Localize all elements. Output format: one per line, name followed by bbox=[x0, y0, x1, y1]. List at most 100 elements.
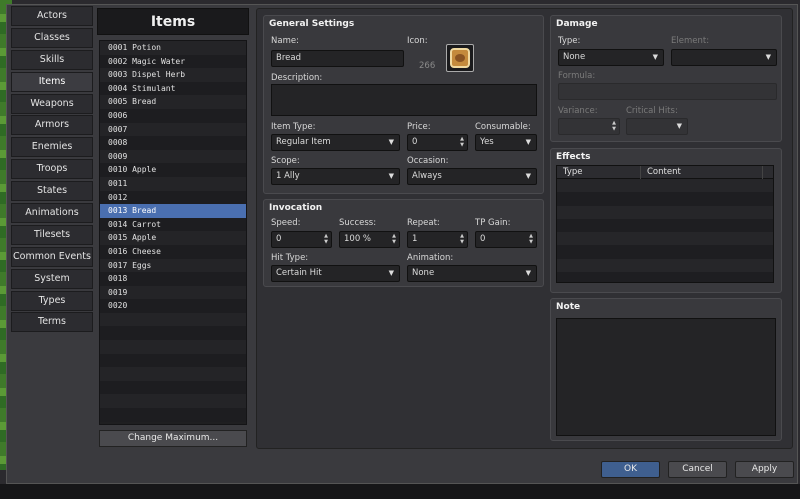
ok-button[interactable]: OK bbox=[601, 461, 660, 478]
tab-states[interactable]: States bbox=[11, 181, 93, 202]
tab-enemies[interactable]: Enemies bbox=[11, 137, 93, 158]
table-row[interactable] bbox=[557, 232, 773, 246]
scope-select[interactable]: 1 Ally ▼ bbox=[271, 168, 400, 185]
description-field[interactable] bbox=[271, 84, 537, 116]
description-label: Description: bbox=[271, 73, 323, 83]
dropdown-arrow-icon: ▼ bbox=[388, 138, 394, 146]
list-item[interactable] bbox=[100, 353, 246, 368]
list-item[interactable]: 0016 Cheese bbox=[100, 244, 246, 259]
table-row[interactable] bbox=[557, 245, 773, 259]
tab-skills[interactable]: Skills bbox=[11, 49, 93, 70]
damage-type-label: Type: bbox=[558, 36, 581, 46]
list-item[interactable]: 0014 Carrot bbox=[100, 217, 246, 232]
cancel-button[interactable]: Cancel bbox=[668, 461, 727, 478]
list-item[interactable]: 0015 Apple bbox=[100, 231, 246, 245]
table-row[interactable] bbox=[557, 218, 773, 233]
tab-troops[interactable]: Troops bbox=[11, 159, 93, 180]
tab-terms[interactable]: Terms bbox=[11, 312, 93, 333]
critical-hits-select[interactable]: ▼ bbox=[626, 118, 688, 135]
change-maximum-button[interactable]: Change Maximum... bbox=[99, 430, 247, 447]
item-list[interactable]: 0001 Potion 0002 Magic Water 0003 Dispel H… bbox=[99, 40, 247, 425]
list-item[interactable]: 0002 Magic Water bbox=[100, 54, 246, 69]
name-field[interactable]: Bread bbox=[271, 50, 404, 67]
general-settings-group: General Settings Name: Bread Icon: 266 D… bbox=[263, 15, 544, 194]
list-item[interactable]: 0010 Apple bbox=[100, 163, 246, 177]
list-item[interactable]: 0013 Bread bbox=[100, 204, 246, 218]
item-type-value: Regular Item bbox=[276, 137, 331, 147]
list-item[interactable]: 0006 bbox=[100, 108, 246, 123]
tab-types[interactable]: Types bbox=[11, 290, 93, 311]
list-item[interactable]: 0018 bbox=[100, 272, 246, 286]
list-item[interactable]: 0001 Potion bbox=[100, 41, 246, 55]
tab-classes[interactable]: Classes bbox=[11, 27, 93, 48]
list-item[interactable]: 0009 bbox=[100, 149, 246, 164]
tab-actors[interactable]: Actors bbox=[11, 6, 93, 26]
table-row[interactable] bbox=[557, 179, 773, 193]
icon-picker[interactable] bbox=[446, 44, 474, 72]
apply-button[interactable]: Apply bbox=[735, 461, 794, 478]
list-item[interactable] bbox=[100, 380, 246, 395]
tab-system[interactable]: System bbox=[11, 268, 93, 289]
list-item[interactable]: 0011 bbox=[100, 176, 246, 191]
list-item[interactable]: 0019 bbox=[100, 285, 246, 300]
list-item[interactable]: 0012 bbox=[100, 190, 246, 205]
occasion-select[interactable]: Always ▼ bbox=[407, 168, 537, 185]
list-item[interactable]: 0017 Eggs bbox=[100, 258, 246, 273]
table-row[interactable] bbox=[557, 192, 773, 206]
damage-type-select[interactable]: None ▼ bbox=[558, 49, 664, 66]
column-header-type[interactable]: Type bbox=[557, 166, 641, 179]
tp-gain-spinner[interactable]: 0 ▲ ▼ bbox=[475, 231, 537, 248]
table-row[interactable] bbox=[557, 272, 773, 282]
dropdown-arrow-icon: ▼ bbox=[388, 269, 394, 277]
spinner-arrows-icon: ▲ ▼ bbox=[612, 120, 616, 132]
formula-label: Formula: bbox=[558, 71, 596, 81]
list-item[interactable]: 0020 bbox=[100, 299, 246, 313]
tab-armors[interactable]: Armors bbox=[11, 115, 93, 136]
effects-table-header: Type Content bbox=[557, 166, 773, 179]
tab-items[interactable]: Items bbox=[11, 71, 93, 92]
general-settings-title: General Settings bbox=[269, 19, 355, 29]
hit-type-select[interactable]: Certain Hit ▼ bbox=[271, 265, 400, 282]
column-header-content[interactable]: Content bbox=[641, 166, 763, 179]
list-item[interactable] bbox=[100, 326, 246, 341]
spinner-arrows-icon: ▲ ▼ bbox=[529, 233, 533, 245]
formula-field[interactable] bbox=[558, 83, 777, 100]
item-list-panel: Items 0001 Potion 0002 Magic Water 0003 Di… bbox=[97, 8, 249, 425]
variance-label: Variance: bbox=[558, 106, 598, 116]
repeat-spinner[interactable]: 1 ▲ ▼ bbox=[407, 231, 468, 248]
list-item[interactable]: 0003 Dispel Herb bbox=[100, 68, 246, 82]
element-select[interactable]: ▼ bbox=[671, 49, 777, 66]
table-row[interactable] bbox=[557, 258, 773, 273]
effects-rows bbox=[557, 179, 773, 282]
animation-select[interactable]: None ▼ bbox=[407, 265, 537, 282]
note-title: Note bbox=[556, 302, 581, 312]
list-item[interactable] bbox=[100, 340, 246, 354]
list-item[interactable] bbox=[100, 394, 246, 409]
list-item[interactable] bbox=[100, 408, 246, 422]
consumable-label: Consumable: bbox=[475, 122, 531, 132]
tp-gain-value: 0 bbox=[480, 234, 486, 244]
spinner-arrows-icon: ▲ ▼ bbox=[460, 233, 464, 245]
scope-value: 1 Ally bbox=[276, 171, 300, 181]
table-row[interactable] bbox=[557, 205, 773, 219]
success-spinner[interactable]: 100 % ▲ ▼ bbox=[339, 231, 400, 248]
tab-animations[interactable]: Animations bbox=[11, 203, 93, 224]
item-type-select[interactable]: Regular Item ▼ bbox=[271, 134, 400, 151]
tab-common-events[interactable]: Common Events bbox=[11, 246, 93, 267]
list-item[interactable]: 0004 Stimulant bbox=[100, 81, 246, 96]
consumable-select[interactable]: Yes ▼ bbox=[475, 134, 537, 151]
animation-value: None bbox=[412, 268, 435, 278]
variance-spinner[interactable]: ▲ ▼ bbox=[558, 118, 620, 135]
tab-weapons[interactable]: Weapons bbox=[11, 93, 93, 114]
speed-spinner[interactable]: 0 ▲ ▼ bbox=[271, 231, 332, 248]
price-spinner[interactable]: 0 ▲ ▼ bbox=[407, 134, 468, 151]
effects-table[interactable]: Type Content bbox=[556, 165, 774, 283]
list-item[interactable]: 0008 bbox=[100, 136, 246, 150]
list-item[interactable] bbox=[100, 312, 246, 327]
list-item[interactable]: 0005 Bread bbox=[100, 95, 246, 109]
list-item[interactable]: 0007 bbox=[100, 122, 246, 137]
tab-tilesets[interactable]: Tilesets bbox=[11, 224, 93, 245]
note-field[interactable] bbox=[556, 318, 776, 436]
list-item[interactable] bbox=[100, 367, 246, 381]
damage-group: Damage Type: None ▼ Element: ▼ Formula: V… bbox=[550, 15, 782, 142]
